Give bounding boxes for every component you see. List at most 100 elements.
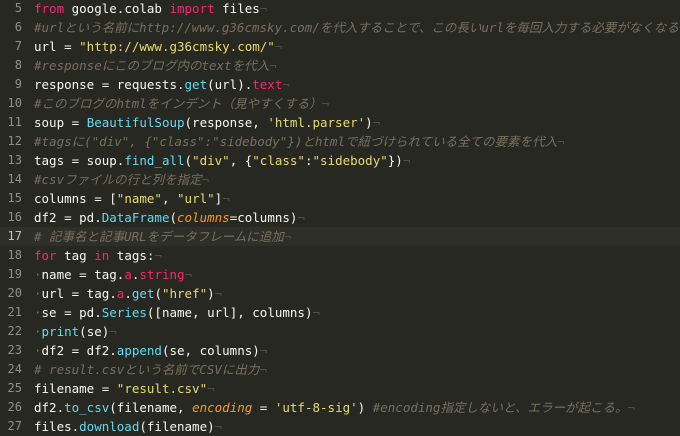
end-of-line-marker: ¬ [259,362,267,377]
code-text[interactable]: #tagsに("div", {"class":"sidebody"})とhtml… [34,132,565,151]
code-token: append [116,343,162,358]
code-token: ) [357,400,373,415]
code-token: #encoding指定しないと、エラーが起こる。 [372,400,628,415]
code-text[interactable]: name = tag.a.string¬ [34,265,192,284]
code-line[interactable]: 24 # result.csvという名前でCSVに出力¬ [0,360,680,379]
code-text[interactable]: url = tag.a.get("href")¬ [34,284,222,303]
code-line[interactable]: 20 url = tag.a.get("href")¬ [0,284,680,303]
code-token: (filename, [109,400,193,415]
code-token: find_all [124,153,185,168]
code-line[interactable]: 11 soup = BeautifulSoup(response, 'html.p… [0,113,680,132]
line-number: 16 [7,210,22,224]
code-token: ( [184,153,193,168]
code-line[interactable]: 13 tags = soup.find_all("div", {"class":"… [0,151,680,170]
code-token: "div" [192,153,230,168]
line-number: 6 [14,20,22,34]
code-token: columns [177,210,230,225]
code-token: #urlという名前にhttp://www.g36cmsky.com/を代入するこ… [34,20,679,35]
code-text[interactable]: #csvファイルの行と列を指定¬ [34,170,209,189]
line-number: 10 [7,96,22,110]
code-text[interactable]: se = pd.Series([name, url], columns)¬ [34,303,320,322]
code-token: . [124,286,132,301]
line-number: 22 [7,324,22,338]
end-of-line-marker: ¬ [259,343,268,358]
code-text[interactable]: response = requests.get(url).text¬ [34,75,290,94]
code-token: #このブログのhtmlをインデント（見やすくする） [34,96,322,111]
code-token: google.colab [64,1,170,16]
code-token: files. [34,419,80,434]
line-number: 8 [14,58,22,72]
code-text[interactable]: tags = soup.find_all("div", {"class":"si… [34,151,410,170]
code-line[interactable]: 10 #このブログのhtmlをインデント（見やすくする）¬ [0,94,680,113]
line-number: 5 [14,1,22,15]
code-line[interactable]: 9 response = requests.get(url).text¬ [0,75,680,94]
code-text[interactable]: df2 = pd.DataFrame(columns=columns)¬ [34,208,305,227]
code-line[interactable]: 6 #urlという名前にhttp://www.g36cmsky.com/を代入する… [0,18,680,37]
code-token: }) [387,153,403,168]
line-number: 25 [7,381,22,395]
code-text[interactable]: filename = "result.csv"¬ [34,379,215,398]
code-token: # 記事名と記事URLをデータフレームに追加 [34,229,284,244]
code-token: url = tag. [41,286,117,301]
code-token: #tagsに("div", {"class":"sidebody"})とhtml… [34,134,558,149]
code-token: #csvファイルの行と列を指定 [34,172,202,187]
end-of-line-marker: ¬ [184,267,193,282]
code-text[interactable]: df2.to_csv(filename, encoding = 'utf-8-s… [34,398,635,417]
code-text[interactable]: # 記事名と記事URLをデータフレームに追加¬ [34,227,291,246]
code-token: (se, columns) [161,343,260,358]
code-text[interactable]: files.download(filename)¬ [34,417,222,436]
code-line[interactable]: 19 name = tag.a.string¬ [0,265,680,284]
code-line[interactable]: 23 df2 = df2.append(se, columns)¬ [0,341,680,360]
code-line[interactable]: 7 url = "http://www.g36cmsky.com/"¬ [0,37,680,56]
code-token: get [184,77,208,92]
code-text[interactable]: print(se)¬ [34,322,117,341]
code-line[interactable]: 18 for tag in tags:¬ [0,246,680,265]
code-token: (filename) [139,419,215,434]
code-token: "href" [161,286,208,301]
code-line[interactable]: 8 #responseにこのブログ内のtextを代入¬ [0,56,680,75]
code-token: ( [169,210,177,225]
code-line[interactable]: 12 #tagsに("div", {"class":"sidebody"})とht… [0,132,680,151]
code-line[interactable]: 16 df2 = pd.DataFrame(columns=columns)¬ [0,208,680,227]
code-text[interactable]: columns = ["name", "url"]¬ [34,189,230,208]
code-line[interactable]: 17 # 記事名と記事URLをデータフレームに追加¬ [0,227,680,246]
code-text[interactable]: # result.csvという名前でCSVに出力¬ [34,360,267,379]
end-of-line-marker: ¬ [557,134,565,149]
code-line[interactable]: 21 se = pd.Series([name, url], columns)¬ [0,303,680,322]
code-token: import [169,1,215,16]
code-token: =columns) [229,210,298,225]
code-token: ( [154,286,162,301]
code-text[interactable]: #urlという名前にhttp://www.g36cmsky.com/を代入するこ… [34,18,680,37]
code-token: url = [34,39,80,54]
code-line[interactable]: 5 from google.colab import files¬ [0,0,680,18]
code-token: tag [56,248,95,263]
code-text[interactable]: df2 = df2.append(se, columns)¬ [34,341,267,360]
end-of-line-marker: ¬ [154,248,162,263]
code-line[interactable]: 15 columns = ["name", "url"]¬ [0,189,680,208]
code-token: (se) [79,324,110,339]
line-number: 15 [7,191,22,205]
code-text[interactable]: from google.colab import files¬ [34,0,267,18]
code-token: = [252,400,275,415]
code-token: # result.csvという名前でCSVに出力 [34,362,260,377]
code-line[interactable]: 25 filename = "result.csv"¬ [0,379,680,398]
code-line[interactable]: 26 df2.to_csv(filename, encoding = 'utf-8… [0,398,680,417]
code-token: a [124,267,132,282]
code-text[interactable]: for tag in tags:¬ [34,246,162,265]
code-text[interactable]: url = "http://www.g36cmsky.com/"¬ [34,37,282,56]
code-token: "class" [252,153,305,168]
code-token: #responseにこのブログ内のtextを代入 [34,58,270,73]
end-of-line-marker: ¬ [627,400,635,415]
code-token: "result.csv" [116,381,208,396]
code-text[interactable]: #responseにこのブログ内のtextを代入¬ [34,56,277,75]
code-editor[interactable]: 5 from google.colab import files¬ 6 #urlという… [0,0,680,436]
code-text[interactable]: soup = BeautifulSoup(response, 'html.par… [34,113,380,132]
code-line[interactable]: 14 #csvファイルの行と列を指定¬ [0,170,680,189]
code-token: 'utf-8-sig' [274,400,358,415]
code-token: df2. [34,400,65,415]
code-line[interactable]: 22 print(se)¬ [0,322,680,341]
line-number: 12 [7,134,22,148]
code-line[interactable]: 27 files.download(filename)¬ [0,417,680,436]
code-text[interactable]: #このブログのhtmlをインデント（見やすくする）¬ [34,94,329,113]
code-token: soup = [34,115,87,130]
